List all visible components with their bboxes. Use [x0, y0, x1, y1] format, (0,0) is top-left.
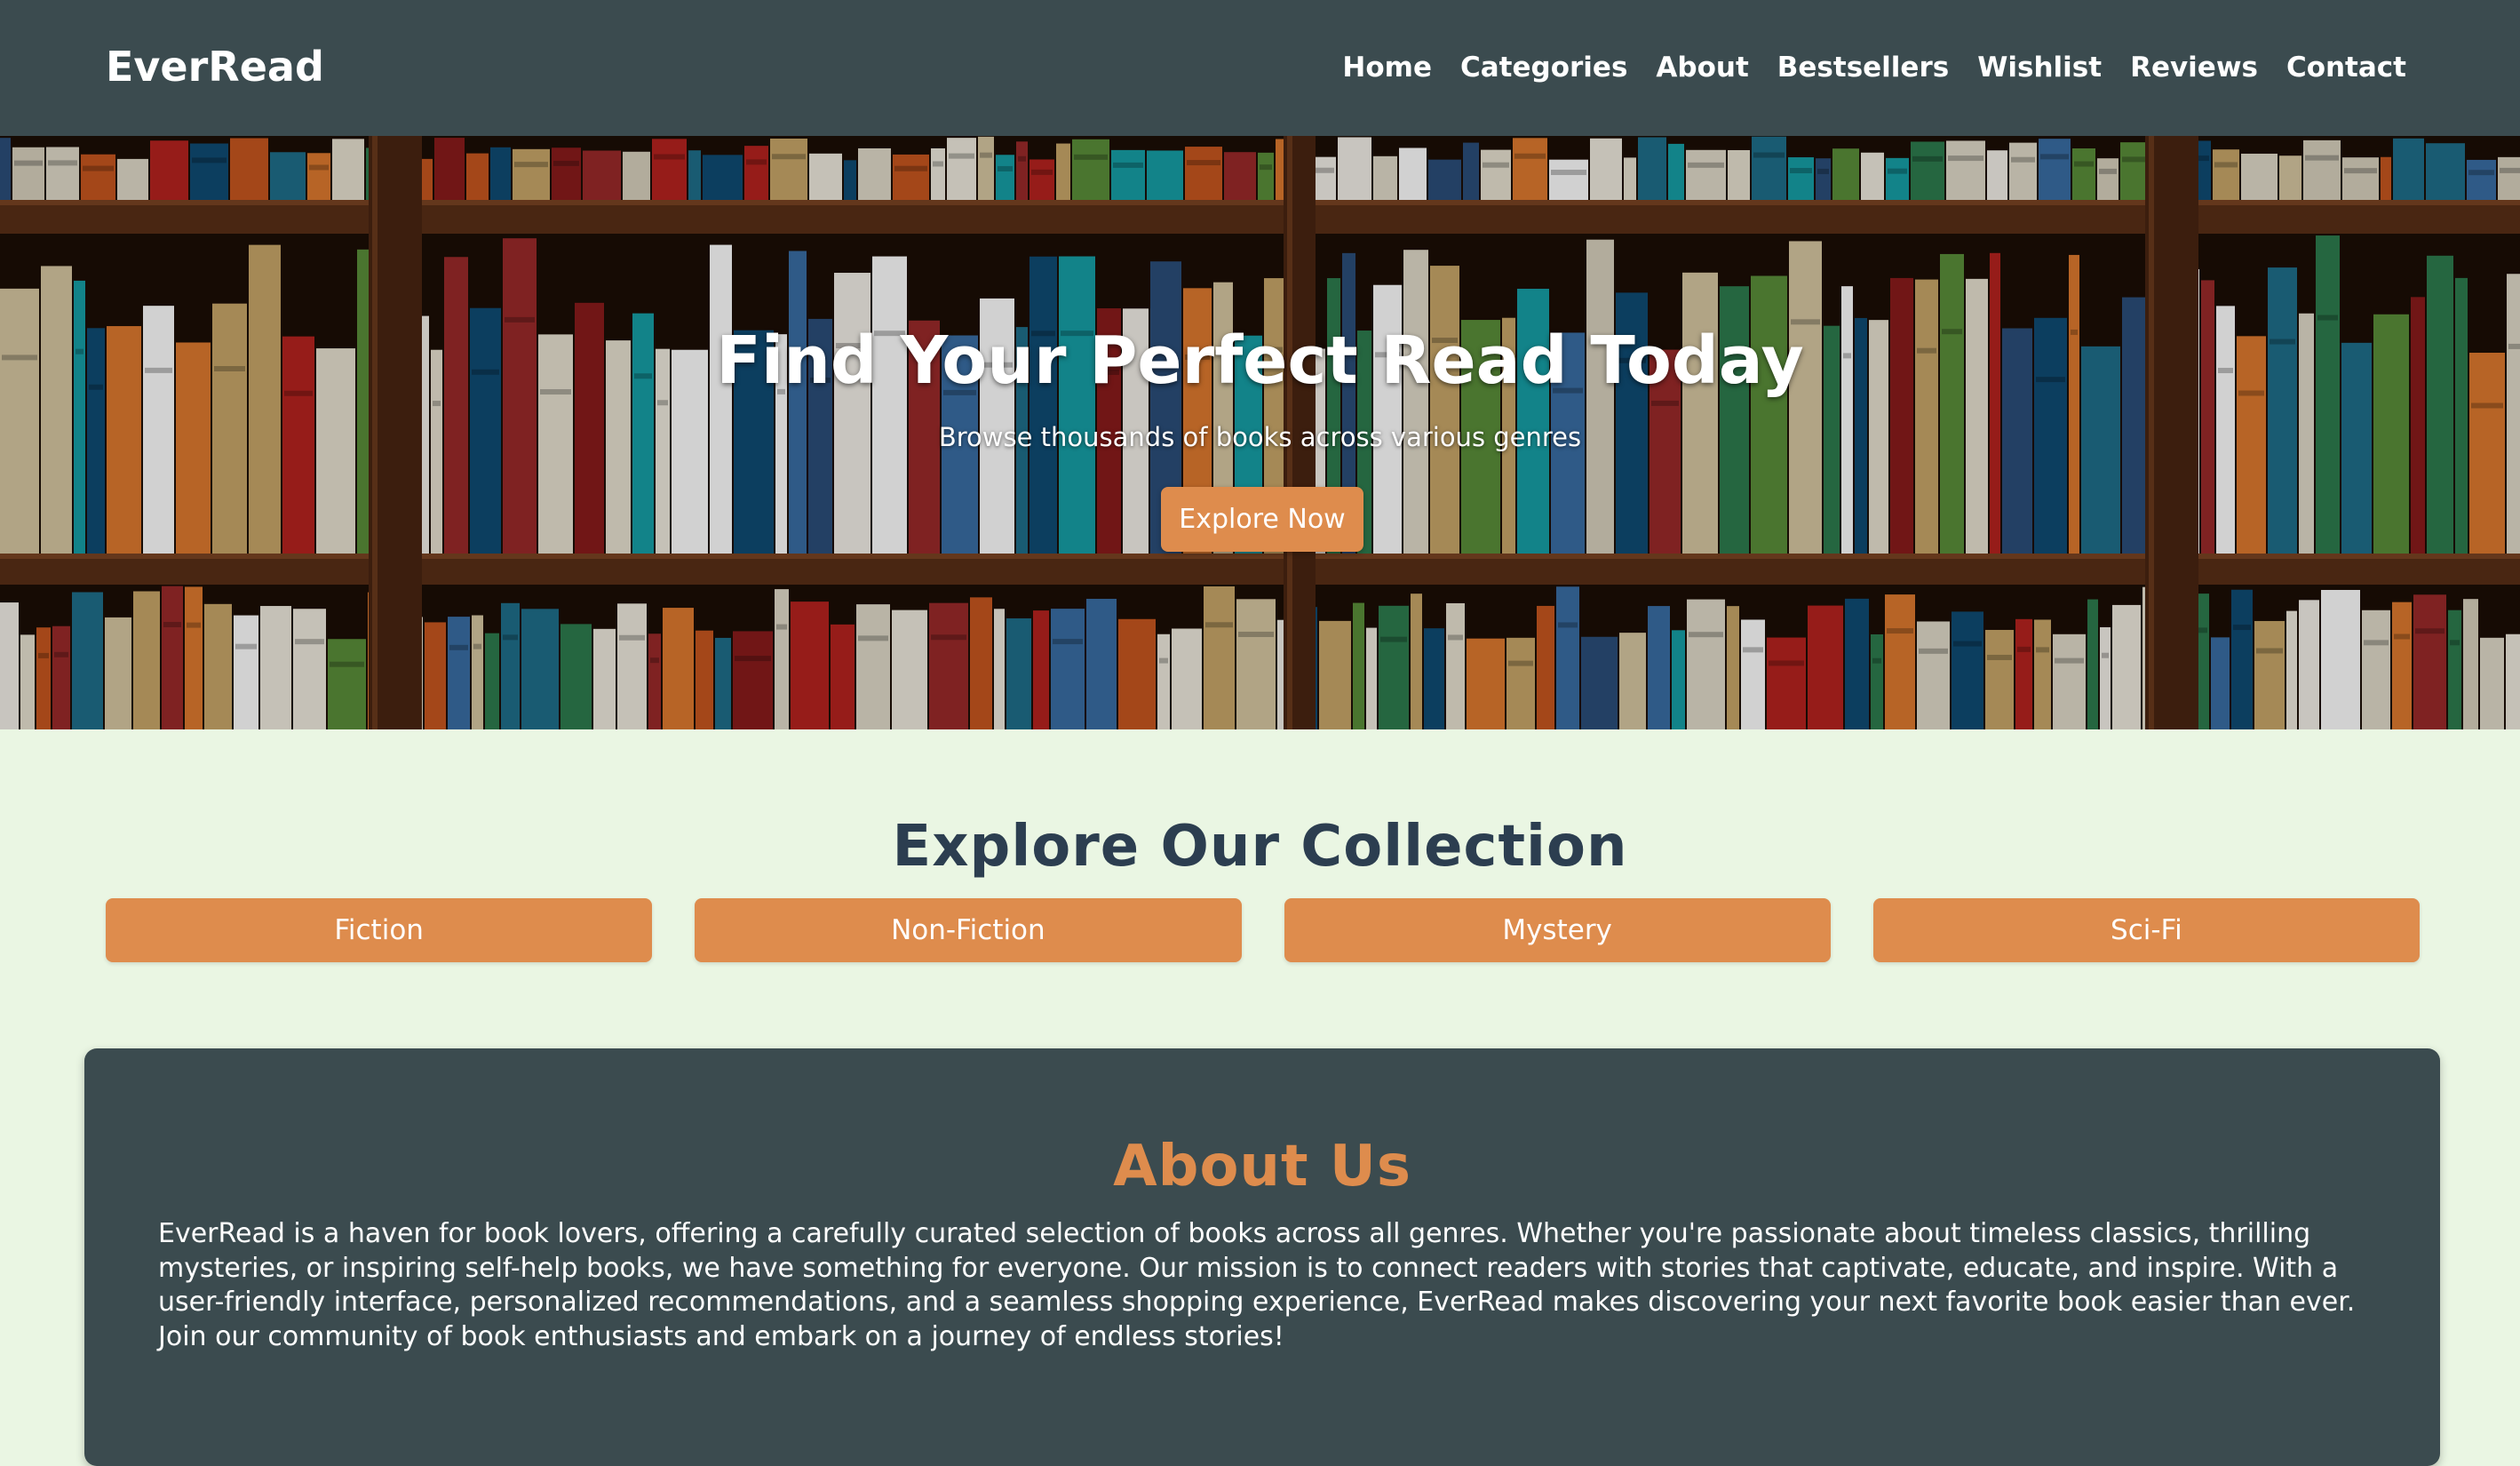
explore-now-button[interactable]: Explore Now — [1161, 487, 1363, 552]
category-fiction-button[interactable]: Fiction — [106, 898, 653, 962]
about-section: About Us EverRead is a haven for book lo… — [84, 1048, 2440, 1466]
nav-link-wishlist[interactable]: Wishlist — [1977, 52, 2102, 84]
category-non-fiction-button[interactable]: Non-Fiction — [695, 898, 1242, 962]
nav-link-reviews[interactable]: Reviews — [2130, 52, 2258, 84]
nav-link-about[interactable]: About — [1656, 52, 1748, 84]
category-sci-fi-button[interactable]: Sci-Fi — [1872, 898, 2420, 962]
about-title: About Us — [1113, 1134, 1411, 1199]
main-nav: Home Categories About Bestsellers Wishli… — [1342, 52, 2406, 84]
category-buttons: Fiction Non-Fiction Mystery Sci-Fi — [106, 898, 2420, 962]
nav-link-categories[interactable]: Categories — [1460, 52, 1627, 84]
hero-banner: Find Your Perfect Read Today Browse thou… — [0, 136, 2520, 729]
site-header: EverRead Home Categories About Bestselle… — [0, 0, 2520, 136]
collection-title: Explore Our Collection — [892, 814, 1628, 880]
category-mystery-button[interactable]: Mystery — [1284, 898, 1831, 962]
site-logo[interactable]: EverRead — [106, 43, 324, 91]
nav-link-contact[interactable]: Contact — [2286, 52, 2406, 84]
nav-link-bestsellers[interactable]: Bestsellers — [1777, 52, 1949, 84]
nav-link-home[interactable]: Home — [1342, 52, 1432, 84]
about-text: EverRead is a haven for book lovers, off… — [158, 1218, 2356, 1352]
hero-subtitle: Browse thousands of books across various… — [938, 422, 1582, 452]
hero-title: Find Your Perfect Read Today — [716, 323, 1804, 399]
